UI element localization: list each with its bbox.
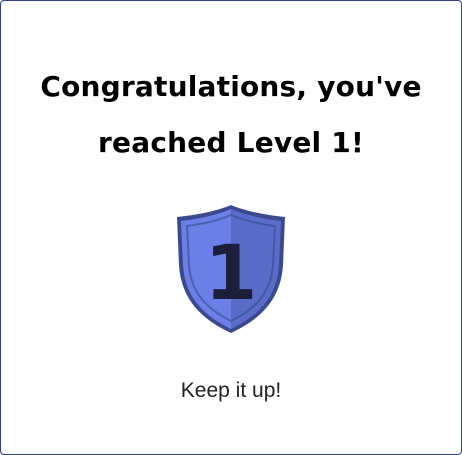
level-up-dialog: Congratulations, you've reached Level 1!… xyxy=(0,0,462,455)
badge-level-number: 1 xyxy=(205,228,258,317)
title-line-1: Congratulations, you've xyxy=(40,70,422,103)
shield-level-icon: 1 xyxy=(177,205,285,333)
congratulations-title: Congratulations, you've reached Level 1! xyxy=(1,59,461,171)
encouragement-message: Keep it up! xyxy=(180,379,282,402)
title-line-2: reached Level 1! xyxy=(98,126,364,159)
